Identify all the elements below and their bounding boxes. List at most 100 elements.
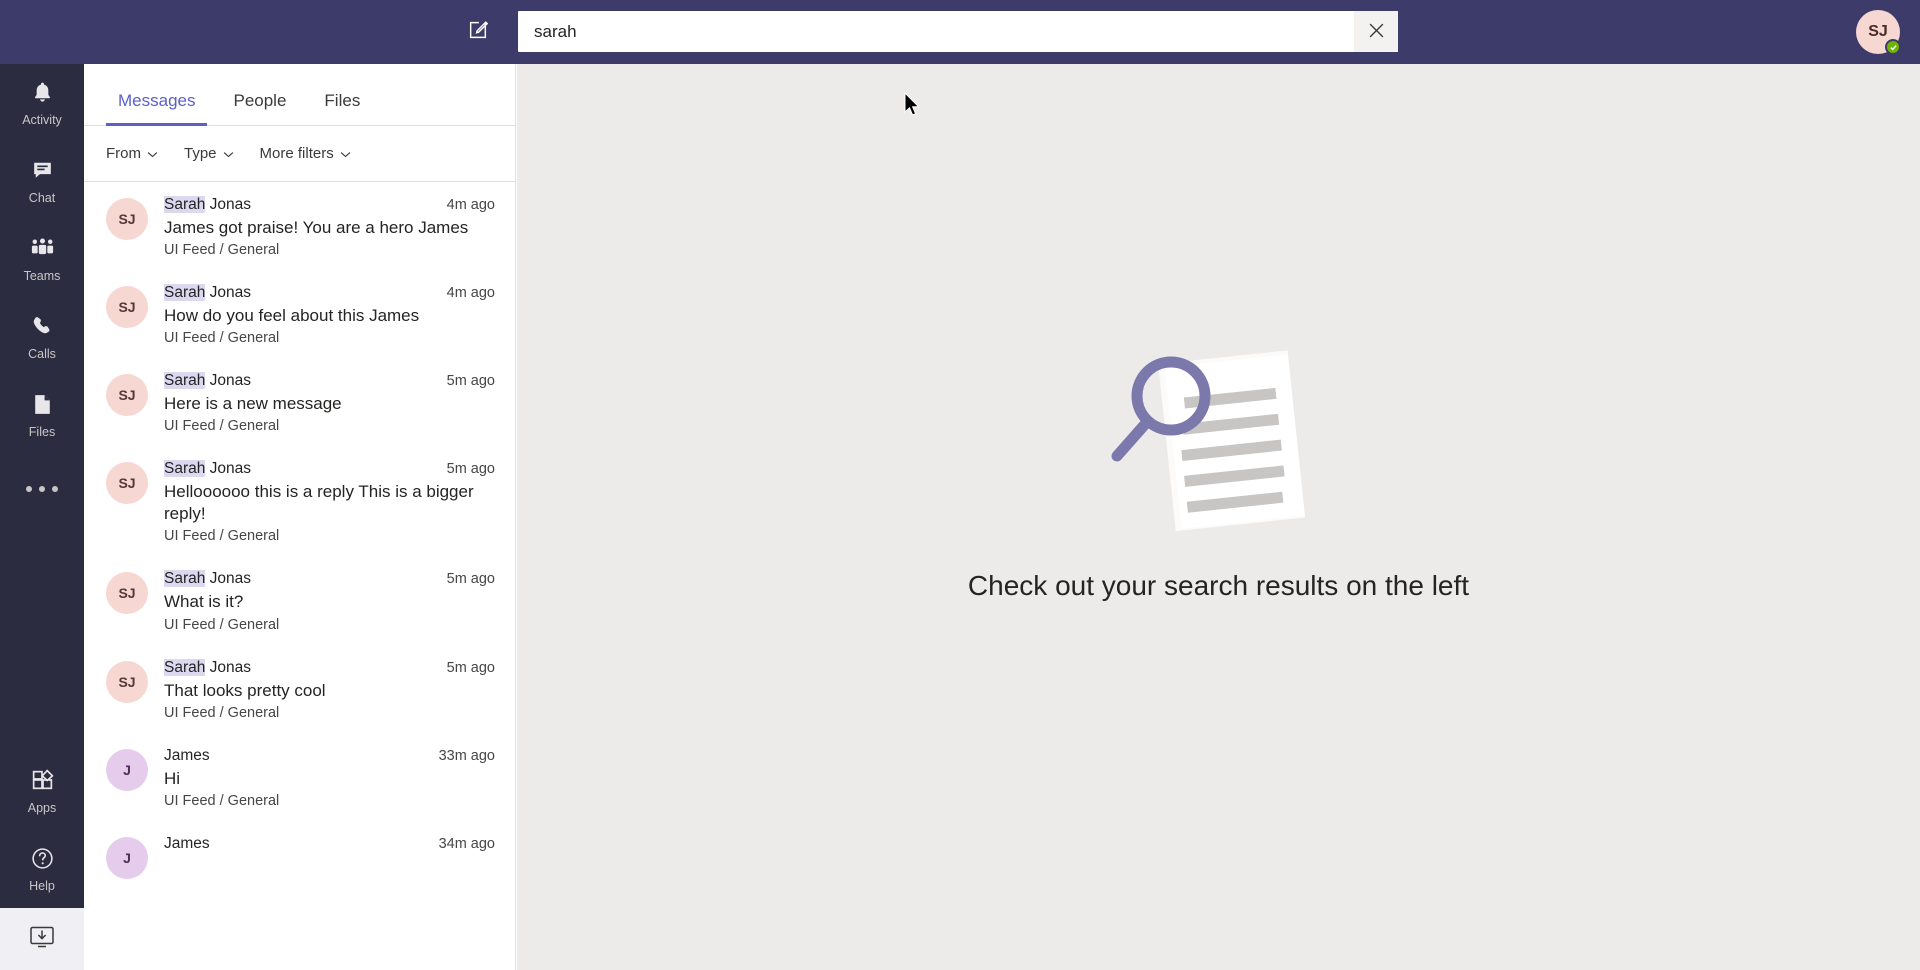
rail-label: Chat bbox=[28, 190, 56, 205]
tab-people[interactable]: People bbox=[221, 91, 298, 125]
filter-from[interactable]: From bbox=[106, 145, 158, 162]
message-result-item[interactable]: SJ Sarah Jonas 4m ago How do you feel about… bbox=[84, 270, 515, 358]
chat-icon bbox=[30, 158, 55, 188]
search-term-highlight: Sarah bbox=[164, 372, 206, 390]
sender-name: Sarah Jonas bbox=[164, 196, 252, 213]
close-icon bbox=[1368, 22, 1385, 42]
user-avatar[interactable]: SJ bbox=[1856, 10, 1901, 55]
rail-label: Help bbox=[29, 878, 55, 893]
message-body: James 33m ago Hi UI Feed / General bbox=[164, 747, 495, 809]
phone-icon bbox=[30, 314, 55, 344]
filter-bar: From Type More filters bbox=[84, 126, 515, 182]
message-context-path: UI Feed / General bbox=[164, 792, 280, 809]
message-context-path: UI Feed / General bbox=[164, 330, 280, 347]
rail-item-teams[interactable]: Teams bbox=[0, 220, 84, 298]
sender-name: James bbox=[164, 746, 210, 764]
rail-item-apps[interactable]: Apps bbox=[0, 752, 84, 830]
rail-item-help[interactable]: Help bbox=[0, 830, 84, 908]
rail-item-activity[interactable]: Activity bbox=[0, 64, 84, 142]
search-results-pane: Messages People Files From Type More fil… bbox=[84, 64, 516, 970]
message-result-item[interactable]: J James 34m ago bbox=[84, 821, 515, 891]
message-context-path: UI Feed / General bbox=[164, 616, 280, 633]
avatar-initials: SJ bbox=[1868, 23, 1888, 40]
download-desktop-icon bbox=[27, 923, 57, 956]
empty-state-message: Check out your search results on the lef… bbox=[967, 570, 1470, 601]
message-results-list[interactable]: SJ Sarah Jonas 4m ago James got praise! You… bbox=[84, 182, 515, 970]
rail-bottom-group: Apps Help bbox=[0, 752, 84, 970]
search-term-highlight: Sarah bbox=[164, 284, 206, 302]
search-input[interactable] bbox=[518, 11, 1354, 52]
avatar: J bbox=[106, 836, 148, 879]
rail-label: Teams bbox=[23, 268, 61, 283]
message-result-item[interactable]: SJ Sarah Jonas 5m ago Helloooooo this is a … bbox=[84, 446, 515, 556]
search-document-illustration bbox=[1089, 334, 1349, 544]
apps-icon bbox=[30, 768, 55, 798]
sender-name: James bbox=[164, 834, 210, 852]
message-result-item[interactable]: SJ Sarah Jonas 5m ago Here is a new message… bbox=[84, 358, 515, 446]
app-header: SJ bbox=[0, 0, 1920, 64]
rail-label: Files bbox=[28, 424, 56, 439]
rail-label: Activity bbox=[22, 112, 62, 127]
filter-label: More filters bbox=[259, 145, 334, 162]
rail-item-files[interactable]: Files bbox=[0, 376, 84, 454]
message-timestamp: 33m ago bbox=[438, 747, 495, 764]
rail-more-button[interactable] bbox=[0, 454, 84, 524]
help-icon bbox=[30, 846, 55, 876]
message-result-item[interactable]: SJ Sarah Jonas 5m ago That looks pretty coo… bbox=[84, 645, 515, 733]
message-context-path: UI Feed / General bbox=[164, 418, 280, 435]
filter-more[interactable]: More filters bbox=[260, 145, 351, 162]
search-term-highlight: Sarah bbox=[164, 196, 206, 213]
sender-name: Sarah Jonas bbox=[164, 460, 252, 478]
filter-label: From bbox=[106, 145, 141, 162]
message-result-item[interactable]: SJ Sarah Jonas 5m ago What is it? UI Feed / … bbox=[84, 556, 515, 644]
search-term-highlight: Sarah bbox=[164, 460, 206, 478]
message-result-item[interactable]: SJ Sarah Jonas 4m ago James got praise! You… bbox=[84, 182, 515, 270]
ellipsis-icon bbox=[39, 486, 45, 492]
message-timestamp: 4m ago bbox=[446, 285, 495, 302]
search-tabs: Messages People Files bbox=[84, 64, 515, 126]
message-context-path: UI Feed / General bbox=[164, 242, 280, 259]
avatar: SJ bbox=[106, 198, 148, 240]
message-context-path: UI Feed / General bbox=[164, 528, 280, 545]
message-body: Sarah Jonas 4m ago James got praise! You a… bbox=[164, 196, 495, 258]
message-body: Sarah Jonas 5m ago That looks pretty cool U… bbox=[164, 658, 495, 721]
avatar: J bbox=[106, 748, 148, 791]
message-result-item[interactable]: J James 33m ago Hi UI Feed / General bbox=[84, 733, 515, 821]
bell-icon bbox=[30, 80, 55, 110]
chevron-down-icon bbox=[147, 145, 158, 162]
tab-files[interactable]: Files bbox=[312, 91, 372, 125]
download-desktop-app-button[interactable] bbox=[0, 908, 84, 970]
sender-name: Sarah Jonas bbox=[164, 372, 252, 390]
message-timestamp: 4m ago bbox=[446, 197, 495, 213]
message-body: Sarah Jonas 5m ago What is it? UI Feed / Ge… bbox=[164, 570, 495, 633]
ellipsis-icon bbox=[26, 486, 32, 492]
presence-available-icon bbox=[1885, 39, 1901, 55]
message-timestamp: 34m ago bbox=[438, 835, 495, 852]
search-clear-button[interactable] bbox=[1354, 11, 1398, 52]
search-term-highlight: Sarah bbox=[164, 658, 206, 676]
search-term-highlight: Sarah bbox=[164, 570, 206, 588]
message-preview-text: James got praise! You are a hero James bbox=[164, 218, 469, 237]
rail-label: Calls bbox=[28, 346, 56, 361]
avatar: SJ bbox=[106, 374, 148, 417]
sender-name: Sarah Jonas bbox=[164, 570, 252, 588]
message-timestamp: 5m ago bbox=[446, 571, 495, 588]
message-preview-text: That looks pretty cool bbox=[164, 680, 326, 700]
tab-messages[interactable]: Messages bbox=[106, 91, 208, 126]
rail-label: Apps bbox=[27, 800, 57, 815]
chevron-down-icon bbox=[340, 145, 351, 162]
file-icon bbox=[31, 392, 54, 422]
compose-button[interactable] bbox=[460, 14, 496, 50]
sender-name: Sarah Jonas bbox=[164, 284, 252, 302]
avatar: SJ bbox=[106, 572, 148, 615]
compose-icon bbox=[467, 19, 489, 46]
search-bar[interactable] bbox=[518, 11, 1398, 52]
message-body: Sarah Jonas 5m ago Here is a new message UI… bbox=[164, 372, 495, 434]
message-body: Sarah Jonas 5m ago Helloooooo this is a re… bbox=[164, 460, 495, 544]
message-context-path: UI Feed / General bbox=[164, 704, 280, 721]
filter-type[interactable]: Type bbox=[184, 145, 234, 162]
rail-item-calls[interactable]: Calls bbox=[0, 298, 84, 376]
rail-item-chat[interactable]: Chat bbox=[0, 142, 84, 220]
message-preview-text: How do you feel about this James bbox=[164, 306, 420, 326]
avatar: SJ bbox=[106, 462, 148, 505]
